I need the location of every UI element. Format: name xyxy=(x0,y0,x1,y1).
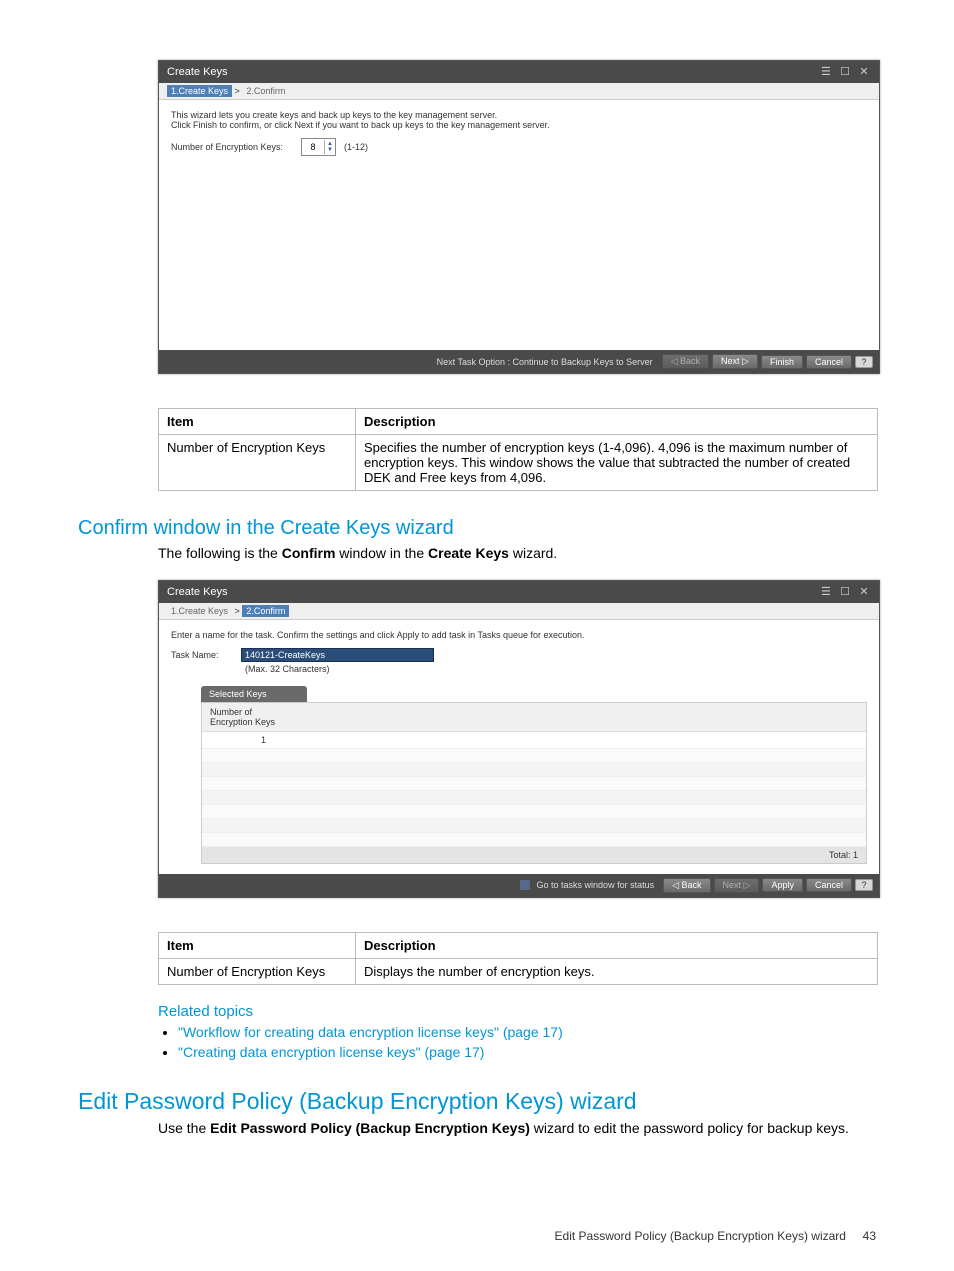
wizard-footer: Go to tasks window for status ◁ Back Nex… xyxy=(159,874,879,897)
related-link-creating[interactable]: "Creating data encryption license keys" … xyxy=(178,1044,484,1060)
create-keys-wizard-confirm: Create Keys ☰ ☐ ✕ 1.Create Keys > 2.Conf… xyxy=(158,580,880,898)
spinner-down-icon[interactable]: ▼ xyxy=(327,147,333,153)
breadcrumb-separator: > xyxy=(235,606,240,616)
list-item: "Creating data encryption license keys" … xyxy=(178,1044,876,1060)
maximize-icon[interactable]: ☐ xyxy=(838,65,852,79)
table-cell-description: Displays the number of encryption keys. xyxy=(356,958,878,984)
table-header-item: Item xyxy=(159,932,356,958)
breadcrumb-step-1: 1.Create Keys xyxy=(167,85,232,97)
num-keys-label: Number of Encryption Keys: xyxy=(171,142,301,152)
close-icon[interactable]: ✕ xyxy=(857,65,871,79)
task-name-input[interactable] xyxy=(241,648,434,662)
related-link-workflow[interactable]: "Workflow for creating data encryption l… xyxy=(178,1024,563,1040)
maximize-icon[interactable]: ☐ xyxy=(838,585,852,599)
breadcrumb-step-1: 1.Create Keys xyxy=(167,605,232,617)
wizard-body: Enter a name for the task. Confirm the s… xyxy=(159,620,879,874)
num-keys-spinner[interactable]: ▲ ▼ xyxy=(301,138,336,156)
window-controls: ☰ ☐ ✕ xyxy=(817,585,871,599)
back-button[interactable]: ◁ Back xyxy=(662,354,709,369)
apply-button[interactable]: Apply xyxy=(762,878,803,892)
num-keys-row: Number of Encryption Keys: ▲ ▼ (1-12) xyxy=(171,138,867,156)
wizard-breadcrumb: 1.Create Keys > 2.Confirm xyxy=(159,83,879,100)
confirm-window-heading: Confirm window in the Create Keys wizard xyxy=(78,517,876,540)
wizard-footer: Next Task Option : Continue to Backup Ke… xyxy=(159,350,879,373)
table-cell-description: Specifies the number of encryption keys … xyxy=(356,435,878,491)
wizard-title: Create Keys xyxy=(167,66,228,78)
create-keys-description-table: Item Description Number of Encryption Ke… xyxy=(158,408,878,491)
finish-button[interactable]: Finish xyxy=(761,355,803,369)
selected-keys-panel: Number of Encryption Keys 1 Total: 1 xyxy=(201,702,867,864)
table-cell-item: Number of Encryption Keys xyxy=(159,958,356,984)
selected-keys-total: Total: 1 xyxy=(202,847,866,863)
close-icon[interactable]: ✕ xyxy=(857,585,871,599)
next-button[interactable]: Next ▷ xyxy=(712,354,758,369)
num-keys-input[interactable] xyxy=(302,142,324,152)
footer-section-title: Edit Password Policy (Backup Encryption … xyxy=(555,1229,846,1243)
table-header-description: Description xyxy=(356,932,878,958)
table-header-description: Description xyxy=(356,409,878,435)
confirm-description: Enter a name for the task. Confirm the s… xyxy=(171,630,867,640)
edit-password-policy-heading: Edit Password Policy (Backup Encryption … xyxy=(78,1088,876,1115)
list-item: "Workflow for creating data encryption l… xyxy=(178,1024,876,1040)
table-row: Number of Encryption Keys Displays the n… xyxy=(159,958,878,984)
wizard-body: This wizard lets you create keys and bac… xyxy=(159,100,879,350)
num-keys-range: (1-12) xyxy=(344,142,368,152)
selected-keys-empty-rows xyxy=(202,749,866,847)
go-to-tasks-label: Go to tasks window for status xyxy=(537,880,655,890)
confirm-description-table: Item Description Number of Encryption Ke… xyxy=(158,932,878,985)
wizard-description-line1: This wizard lets you create keys and bac… xyxy=(171,110,867,120)
related-topics-heading: Related topics xyxy=(158,1003,876,1020)
table-row: Number of Encryption Keys Specifies the … xyxy=(159,435,878,491)
create-keys-wizard-step1: Create Keys ☰ ☐ ✕ 1.Create Keys > 2.Conf… xyxy=(158,60,880,374)
cancel-button[interactable]: Cancel xyxy=(806,878,852,892)
task-name-label: Task Name: xyxy=(171,650,241,660)
help-button[interactable]: ? xyxy=(855,356,873,368)
next-button[interactable]: Next ▷ xyxy=(714,878,760,893)
next-task-option-label: Next Task Option : Continue to Backup Ke… xyxy=(437,357,653,367)
task-name-max-hint: (Max. 32 Characters) xyxy=(245,664,867,674)
wizard-breadcrumb: 1.Create Keys > 2.Confirm xyxy=(159,603,879,620)
table-cell-item: Number of Encryption Keys xyxy=(159,435,356,491)
wizard-titlebar: Create Keys ☰ ☐ ✕ xyxy=(159,581,879,603)
go-to-tasks-option[interactable]: Go to tasks window for status xyxy=(520,880,654,891)
wizard-title: Create Keys xyxy=(167,586,228,598)
selected-keys-column-header: Number of Encryption Keys xyxy=(202,703,866,732)
filter-icon[interactable]: ☰ xyxy=(819,65,833,79)
spinner-arrows[interactable]: ▲ ▼ xyxy=(324,140,335,154)
selected-keys-value: 1 xyxy=(202,732,866,749)
task-name-row: Task Name: xyxy=(171,648,867,662)
help-button[interactable]: ? xyxy=(855,879,873,891)
related-topics-list: "Workflow for creating data encryption l… xyxy=(178,1024,876,1060)
breadcrumb-separator: > xyxy=(235,86,240,96)
go-to-tasks-checkbox[interactable] xyxy=(520,880,530,890)
table-header-item: Item xyxy=(159,409,356,435)
breadcrumb-step-2: 2.Confirm xyxy=(242,605,289,617)
cancel-button[interactable]: Cancel xyxy=(806,355,852,369)
edit-password-policy-intro: Use the Edit Password Policy (Backup Enc… xyxy=(158,1119,876,1139)
wizard-titlebar: Create Keys ☰ ☐ ✕ xyxy=(159,61,879,83)
filter-icon[interactable]: ☰ xyxy=(819,585,833,599)
page-footer: Edit Password Policy (Backup Encryption … xyxy=(555,1229,876,1243)
breadcrumb-step-2: 2.Confirm xyxy=(242,85,289,97)
wizard-description-line2: Click Finish to confirm, or click Next i… xyxy=(171,120,867,130)
selected-keys-tab: Selected Keys xyxy=(201,686,307,702)
window-controls: ☰ ☐ ✕ xyxy=(817,65,871,79)
page-number: 43 xyxy=(863,1229,876,1243)
confirm-window-intro: The following is the Confirm window in t… xyxy=(158,544,876,564)
back-button[interactable]: ◁ Back xyxy=(663,878,710,893)
